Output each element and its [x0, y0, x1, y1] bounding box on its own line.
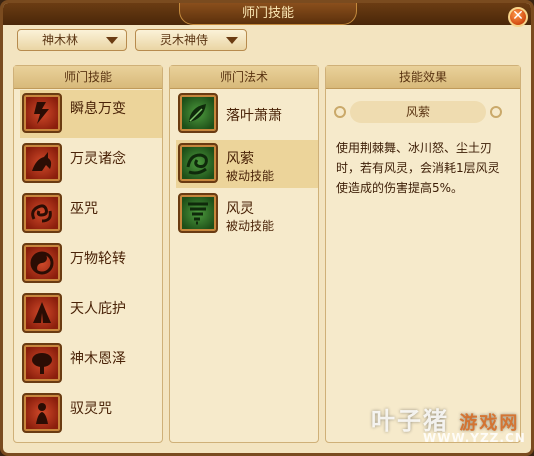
beast-icon: [22, 143, 62, 183]
skill-item[interactable]: 驭灵咒: [20, 390, 162, 438]
leaf-icon: [178, 93, 218, 133]
lightning-icon: [22, 93, 62, 133]
ornament-icon: [490, 106, 502, 118]
close-button[interactable]: ✕: [508, 7, 528, 27]
effect-panel: 技能效果 风萦 使用荆棘舞、冰川怒、尘土刃时，若有风灵，会消耗1层风灵使造成的伤…: [325, 65, 521, 443]
chevron-down-icon: [226, 37, 238, 44]
skill-item[interactable]: 天人庇护: [20, 290, 162, 338]
spell-item[interactable]: 落叶萧萧: [176, 90, 318, 138]
skill-item[interactable]: 万灵诸念: [20, 140, 162, 188]
skills-window: 师门技能 ✕ 神木林 灵木神侍 师门技能 瞬息万变 万灵诸念 巫咒 万物轮转 天…: [0, 0, 534, 456]
school-dropdown[interactable]: 神木林: [17, 29, 127, 51]
spirit-icon: [22, 393, 62, 433]
spells-panel: 师门法术 落叶萧萧 风萦 被动技能 风灵 被动技能: [169, 65, 319, 443]
skill-label: 神木恩泽: [70, 351, 126, 367]
wind-swirl-icon: [178, 143, 218, 183]
tornado-icon: [178, 193, 218, 233]
skill-label: 驭灵咒: [70, 401, 112, 417]
spell-label: 落叶萧萧: [226, 108, 282, 124]
tree-icon: [22, 343, 62, 383]
spell-item[interactable]: 风灵 被动技能: [176, 190, 318, 238]
skill-label: 天人庇护: [70, 301, 126, 317]
skill-item[interactable]: 神木恩泽: [20, 340, 162, 388]
skill-label: 瞬息万变: [70, 101, 126, 117]
skill-label: 万物轮转: [70, 251, 126, 267]
title-bar: 师门技能: [3, 3, 531, 25]
skill-item[interactable]: 万物轮转: [20, 240, 162, 288]
window-title: 师门技能: [179, 3, 357, 25]
skill-item[interactable]: 瞬息万变: [20, 90, 162, 138]
watermark-url: WWW.YZZ.CN: [423, 431, 526, 445]
chevron-down-icon: [106, 37, 118, 44]
school-dropdown-value: 神木林: [42, 33, 79, 47]
effect-skill-name: 风萦: [405, 105, 430, 119]
ornament-icon: [334, 106, 346, 118]
skill-item[interactable]: 巫咒: [20, 190, 162, 238]
role-dropdown[interactable]: 灵木神侍: [135, 29, 247, 51]
effect-description: 使用荆棘舞、冰川怒、尘土刃时，若有风灵，会消耗1层风灵使造成的伤害提高5%。: [336, 141, 500, 195]
effect-panel-header: 技能效果: [326, 66, 520, 89]
spell-label: 风萦: [226, 151, 254, 167]
skills-panel-header: 师门技能: [14, 66, 162, 89]
praying-hands-icon: [22, 293, 62, 333]
spell-sublabel: 被动技能: [226, 219, 275, 233]
skills-panel: 师门技能 瞬息万变 万灵诸念 巫咒 万物轮转 天人庇护 神木恩泽 驭灵咒: [13, 65, 163, 443]
curse-icon: [22, 193, 62, 233]
spell-sublabel: 被动技能: [226, 169, 275, 183]
effect-skill-name-box: 风萦: [334, 101, 502, 123]
spell-label: 风灵: [226, 201, 254, 217]
yin-yang-icon: [22, 243, 62, 283]
skill-label: 巫咒: [70, 201, 98, 217]
spells-panel-header: 师门法术: [170, 66, 318, 89]
skill-label: 万灵诸念: [70, 151, 126, 167]
spell-item[interactable]: 风萦 被动技能: [176, 140, 318, 188]
role-dropdown-value: 灵木神侍: [160, 33, 209, 47]
